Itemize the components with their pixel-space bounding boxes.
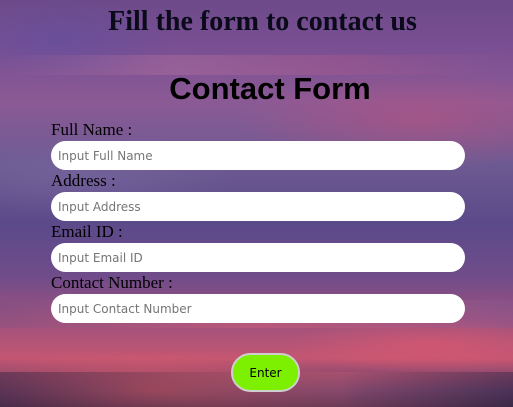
contact-number-label: Contact Number : [51, 273, 173, 292]
contact-page: { "header": { "heading": "Fill the form … [0, 0, 513, 407]
page-heading: Fill the form to contact us [108, 6, 417, 37]
email-input[interactable] [51, 243, 465, 272]
address-input[interactable] [51, 192, 465, 221]
address-label: Address : [51, 171, 116, 190]
full-name-input[interactable] [51, 141, 465, 170]
form-title: Contact Form [169, 71, 371, 106]
contact-number-input[interactable] [51, 294, 465, 323]
enter-button[interactable]: Enter [231, 353, 300, 392]
full-name-label: Full Name : [51, 120, 133, 139]
email-label: Email ID : [51, 222, 123, 241]
